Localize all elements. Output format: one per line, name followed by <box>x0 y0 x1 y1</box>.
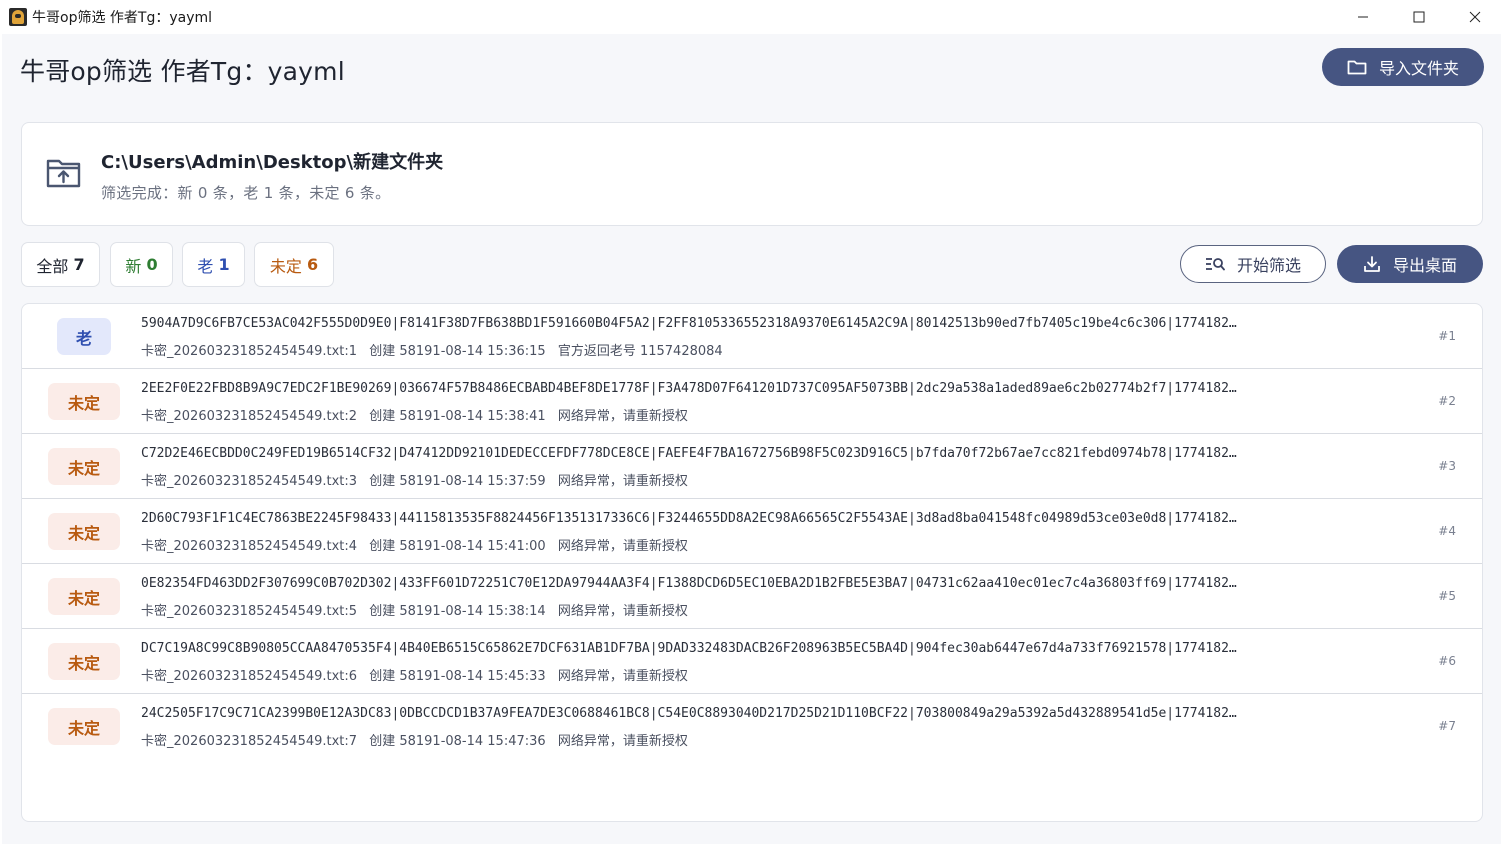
row-meta: 卡密_202603231852454549.txt:6 创建 58191-08-… <box>141 665 696 684</box>
result-row[interactable]: 未定 0E82354FD463DD2F307699C0B702D302|433F… <box>22 564 1482 629</box>
close-icon <box>1469 11 1481 22</box>
app-logo-icon <box>9 7 27 26</box>
row-key-data: 2D60C793F1F1C4EC7863BE2245F98433|4411581… <box>141 511 1237 526</box>
row-file: 卡密_202603231852454549.txt:4 <box>141 539 358 554</box>
row-created: 创建 58191-08-14 15:36:15 <box>369 344 546 359</box>
filter-chip-count: 1 <box>218 255 230 274</box>
row-meta: 卡密_202603231852454549.txt:5 创建 58191-08-… <box>141 600 696 619</box>
start-filter-button[interactable]: 开始筛选 <box>1180 245 1326 283</box>
status-badge: 未定 <box>48 383 120 420</box>
window-controls <box>1335 0 1503 33</box>
status-badge: 未定 <box>48 643 120 680</box>
maximize-icon <box>1413 11 1425 22</box>
row-key-data: C72D2E46ECBDD0C249FED19B6514CF32|D47412D… <box>141 446 1237 461</box>
status-badge: 老 <box>57 318 111 355</box>
result-row[interactable]: 未定 24C2505F17C9C71CA2399B0E12A3DC83|0DBC… <box>22 694 1482 759</box>
row-meta: 卡密_202603231852454549.txt:2 创建 58191-08-… <box>141 405 696 424</box>
row-index: #1 <box>1438 329 1456 343</box>
row-meta: 卡密_202603231852454549.txt:1 创建 58191-08-… <box>141 340 731 359</box>
status-badge: 未定 <box>48 448 120 485</box>
result-list: 老 5904A7D9C6FB7CE53AC042F555D0D9E0|F8141… <box>21 303 1483 822</box>
folder-upload-icon <box>46 159 81 188</box>
row-created: 创建 58191-08-14 15:47:36 <box>369 734 546 749</box>
window-titlebar: 牛哥op筛选 作者Tg：yayml <box>0 0 1503 33</box>
export-desktop-button[interactable]: 导出桌面 <box>1337 245 1483 283</box>
row-file: 卡密_202603231852454549.txt:7 <box>141 734 358 749</box>
minimize-icon <box>1358 16 1368 17</box>
status-badge: 未定 <box>48 578 120 615</box>
row-meta: 卡密_202603231852454549.txt:7 创建 58191-08-… <box>141 730 696 749</box>
row-meta: 卡密_202603231852454549.txt:3 创建 58191-08-… <box>141 470 696 489</box>
folder-icon <box>1347 60 1367 75</box>
filter-chip-label: 全部 <box>36 256 69 276</box>
filter-chip-label: 老 <box>197 256 214 276</box>
row-index: #6 <box>1438 654 1456 668</box>
filter-chip-count: 7 <box>73 255 85 274</box>
row-note: 网络异常，请重新授权 <box>557 474 688 489</box>
row-key-data: 5904A7D9C6FB7CE53AC042F555D0D9E0|F8141F3… <box>141 316 1237 331</box>
row-file: 卡密_202603231852454549.txt:5 <box>141 604 358 619</box>
row-created: 创建 58191-08-14 15:45:33 <box>369 669 546 684</box>
row-meta: 卡密_202603231852454549.txt:4 创建 58191-08-… <box>141 535 696 554</box>
row-index: #2 <box>1438 394 1456 408</box>
row-key-data: 24C2505F17C9C71CA2399B0E12A3DC83|0DBCCDC… <box>141 706 1237 721</box>
row-note: 网络异常，请重新授权 <box>557 604 688 619</box>
row-file: 卡密_202603231852454549.txt:6 <box>141 669 358 684</box>
row-created: 创建 58191-08-14 15:37:59 <box>369 474 546 489</box>
row-index: #5 <box>1438 589 1456 603</box>
row-note: 官方返回老号 1157428084 <box>557 344 723 359</box>
filter-chip-pending[interactable]: 未定 6 <box>254 242 334 287</box>
row-key-data: DC7C19A8C99C8B90805CCAA8470535F4|4B40EB6… <box>141 641 1237 656</box>
start-filter-label: 开始筛选 <box>1236 258 1301 275</box>
row-created: 创建 58191-08-14 15:41:00 <box>369 539 546 554</box>
folder-path: C:\Users\Admin\Desktop\新建文件夹 <box>101 152 444 173</box>
result-row[interactable]: 未定 2D60C793F1F1C4EC7863BE2245F98433|4411… <box>22 499 1482 564</box>
filter-chip-all[interactable]: 全部 7 <box>21 242 100 287</box>
close-button[interactable] <box>1447 0 1503 33</box>
import-folder-label: 导入文件夹 <box>1378 61 1459 78</box>
result-row[interactable]: 老 5904A7D9C6FB7CE53AC042F555D0D9E0|F8141… <box>22 304 1482 369</box>
filter-chip-label: 新 <box>125 256 142 276</box>
row-index: #4 <box>1438 524 1456 538</box>
window-title: 牛哥op筛选 作者Tg：yayml <box>32 9 213 26</box>
row-created: 创建 58191-08-14 15:38:41 <box>369 409 546 424</box>
page-title: 牛哥op筛选 作者Tg：yayml <box>20 57 345 86</box>
filter-chip-label: 未定 <box>269 256 302 276</box>
status-badge: 未定 <box>48 708 120 745</box>
minimize-button[interactable] <box>1335 0 1391 33</box>
row-file: 卡密_202603231852454549.txt:3 <box>141 474 358 489</box>
filter-chip-old[interactable]: 老 1 <box>182 242 245 287</box>
import-folder-button[interactable]: 导入文件夹 <box>1322 48 1484 86</box>
filter-status-text: 筛选完成：新 0 条，老 1 条，未定 6 条。 <box>101 184 391 202</box>
status-badge: 未定 <box>48 513 120 550</box>
result-row[interactable]: 未定 DC7C19A8C99C8B90805CCAA8470535F4|4B40… <box>22 629 1482 694</box>
row-note: 网络异常，请重新授权 <box>557 409 688 424</box>
app-surface: 牛哥op筛选 作者Tg：yayml 导入文件夹 C:\Users\Admin\D… <box>2 34 1501 844</box>
result-row[interactable]: 未定 C72D2E46ECBDD0C249FED19B6514CF32|D474… <box>22 434 1482 499</box>
download-icon <box>1364 256 1380 272</box>
export-desktop-label: 导出桌面 <box>1392 258 1457 275</box>
folder-info-card: C:\Users\Admin\Desktop\新建文件夹 筛选完成：新 0 条，… <box>21 122 1483 226</box>
row-note: 网络异常，请重新授权 <box>557 539 688 554</box>
filter-chip-count: 0 <box>146 255 158 274</box>
filter-chip-new[interactable]: 新 0 <box>110 242 173 287</box>
row-key-data: 0E82354FD463DD2F307699C0B702D302|433FF60… <box>141 576 1237 591</box>
result-row[interactable]: 未定 2EE2F0E22FBD8B9A9C7EDC2F1BE90269|0366… <box>22 369 1482 434</box>
row-note: 网络异常，请重新授权 <box>557 669 688 684</box>
row-note: 网络异常，请重新授权 <box>557 734 688 749</box>
row-created: 创建 58191-08-14 15:38:14 <box>369 604 546 619</box>
row-key-data: 2EE2F0E22FBD8B9A9C7EDC2F1BE90269|036674F… <box>141 381 1237 396</box>
row-file: 卡密_202603231852454549.txt:2 <box>141 409 358 424</box>
maximize-button[interactable] <box>1391 0 1447 33</box>
filter-chip-count: 6 <box>306 255 319 274</box>
row-index: #3 <box>1438 459 1456 473</box>
row-file: 卡密_202603231852454549.txt:1 <box>141 344 358 359</box>
search-list-icon <box>1205 258 1225 271</box>
row-index: #7 <box>1438 719 1456 733</box>
